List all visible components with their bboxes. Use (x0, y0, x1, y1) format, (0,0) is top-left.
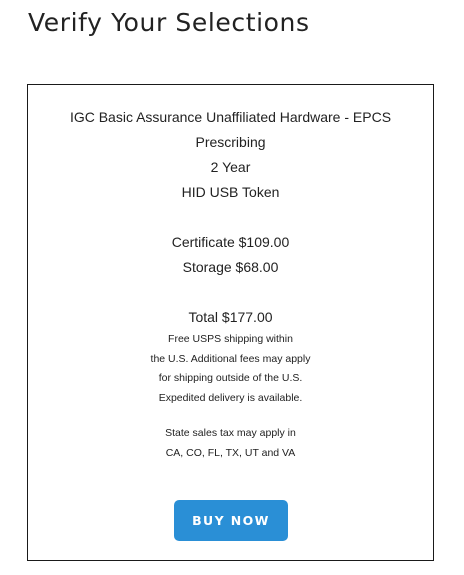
product-name-line-2: Prescribing (195, 134, 266, 150)
term-label: 2 Year (210, 159, 251, 175)
shipping-note-line: the U.S. Additional fees may apply (150, 352, 311, 365)
tax-note-line: State sales tax may apply in (165, 427, 296, 439)
tax-notes: State sales tax may apply in CA, CO, FL,… (28, 424, 433, 463)
tax-note-line: CA, CO, FL, TX, UT and VA (165, 446, 296, 459)
shipping-note-line: Expedited delivery is available. (158, 391, 303, 404)
product-name-line-1: IGC Basic Assurance Unaffiliated Hardwar… (69, 109, 392, 125)
total-price: Total $177.00 (188, 309, 273, 325)
buy-now-button[interactable]: BUY NOW (174, 500, 288, 541)
product-details: IGC Basic Assurance Unaffiliated Hardwar… (28, 105, 433, 205)
certificate-price: Certificate $109.00 (171, 234, 290, 250)
page-title: Verify Your Selections (28, 8, 310, 37)
shipping-notes: Free USPS shipping within the U.S. Addit… (28, 330, 433, 408)
device-label: HID USB Token (181, 184, 280, 200)
shipping-note-line: for shipping outside of the U.S. (158, 372, 303, 384)
selection-summary-box: IGC Basic Assurance Unaffiliated Hardwar… (27, 84, 434, 561)
storage-price: Storage $68.00 (182, 259, 279, 275)
shipping-note-line: Free USPS shipping within (168, 333, 293, 345)
price-breakdown: Certificate $109.00 Storage $68.00 (28, 230, 433, 280)
total-section: Total $177.00 (28, 305, 433, 330)
